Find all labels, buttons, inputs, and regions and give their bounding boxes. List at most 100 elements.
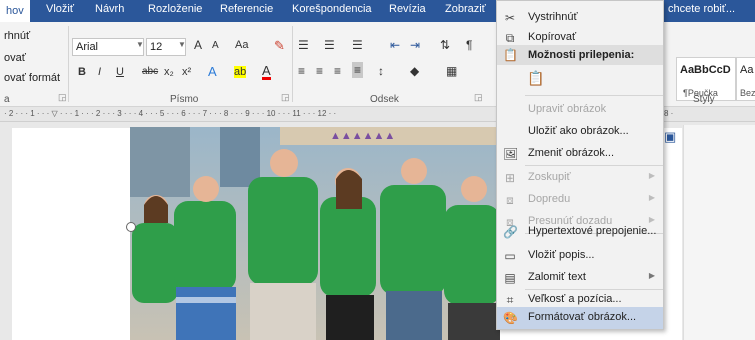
text-effects-button[interactable]: A bbox=[208, 64, 217, 79]
group-icon: ⊞ bbox=[504, 171, 516, 185]
bold-button[interactable]: B bbox=[78, 66, 86, 78]
change-case-button[interactable]: Aa bbox=[235, 39, 248, 51]
tab-mailings[interactable]: Korešpondencia bbox=[292, 3, 372, 15]
paragraph-launcher-icon[interactable]: ◲ bbox=[474, 92, 483, 103]
menu-separator bbox=[525, 95, 663, 96]
context-menu: ✂ Vystrihnúť ⧉ Kopírovať 📋 Možnosti pril… bbox=[496, 0, 664, 330]
increase-indent-icon[interactable]: ⇥ bbox=[410, 38, 420, 52]
style-gallery-item[interactable]: Aa Bez bbox=[736, 57, 755, 101]
group-separator bbox=[68, 26, 69, 102]
menu-item-format-image[interactable]: 🎨 Formátovať obrázok... bbox=[497, 307, 663, 329]
clipboard-icon: 📋 bbox=[503, 48, 518, 62]
align-right-icon[interactable]: ≡ bbox=[334, 64, 341, 78]
copy-button[interactable]: ovať bbox=[4, 52, 26, 64]
format-picture-icon: 🎨 bbox=[503, 311, 518, 325]
shading-icon[interactable]: ◆ bbox=[410, 64, 419, 78]
tab-references[interactable]: Referencie bbox=[220, 3, 273, 15]
size-position-icon: ⌗ bbox=[506, 293, 514, 307]
paste-picture-icon: 📋 bbox=[527, 70, 545, 86]
align-center-icon[interactable]: ≡ bbox=[316, 64, 323, 78]
font-launcher-icon[interactable]: ◲ bbox=[281, 92, 290, 103]
menu-item-label: Dopredu bbox=[528, 193, 571, 205]
chevron-down-icon[interactable]: ▼ bbox=[136, 40, 144, 49]
menu-item-label: Kopírovať bbox=[528, 31, 577, 43]
ruler-ticks: · 2 · · · 1 · · · ▽ · · · 1 · · · 2 · · … bbox=[4, 109, 337, 118]
menu-item-save-as-image[interactable]: Uložiť ako obrázok... bbox=[497, 121, 663, 143]
submenu-arrow-icon: ▶ bbox=[648, 171, 655, 180]
clipboard-launcher-icon[interactable]: ◲ bbox=[58, 92, 67, 103]
ruler-end: 8 · bbox=[664, 109, 674, 118]
paragraph-group-label: Odsek bbox=[370, 94, 399, 105]
caption-icon: ▭ bbox=[504, 249, 516, 263]
numbering-icon[interactable]: ☰ bbox=[324, 38, 335, 52]
grow-font-button[interactable]: A bbox=[194, 38, 202, 52]
selected-image[interactable]: ▲▲▲▲▲▲ bbox=[130, 127, 500, 340]
tab-view[interactable]: Zobraziť bbox=[445, 3, 486, 15]
decrease-indent-icon[interactable]: ⇤ bbox=[390, 38, 400, 52]
menu-item-wrap-text[interactable]: ▤ Zalomiť text ▶ bbox=[497, 267, 663, 289]
photo-illustration: ▲▲▲▲▲▲ bbox=[130, 127, 500, 340]
tab-review[interactable]: Revízia bbox=[389, 3, 426, 15]
italic-button[interactable]: I bbox=[98, 66, 101, 78]
menu-item-hyperlink[interactable]: 🔗 Hypertextové prepojenie... bbox=[497, 221, 663, 243]
shrink-font-button[interactable]: A bbox=[212, 40, 219, 51]
tell-me-box[interactable]: chcete robiť... bbox=[668, 3, 735, 15]
paste-option-picture[interactable]: 📋 bbox=[497, 67, 663, 93]
resize-handle[interactable] bbox=[126, 222, 136, 232]
menu-item-label: Upraviť obrázok bbox=[528, 103, 607, 115]
menu-item-cut[interactable]: ✂ Vystrihnúť bbox=[497, 7, 663, 29]
subscript-button[interactable]: x₂ bbox=[164, 66, 174, 78]
menu-item-label: Zoskupiť bbox=[528, 171, 571, 183]
tab-home[interactable]: hov bbox=[0, 0, 30, 22]
copy-icon: ⧉ bbox=[505, 31, 515, 45]
style-name: Bez bbox=[740, 88, 755, 98]
bring-forward-icon: ⧈ bbox=[506, 193, 514, 207]
svg-text:▲▲▲▲▲▲: ▲▲▲▲▲▲ bbox=[330, 130, 395, 142]
styles-group-label: Štýly bbox=[693, 94, 715, 105]
menu-item-change-image[interactable]: 🖼 Zmeniť obrázok... bbox=[497, 143, 663, 165]
paste-options-header: 📋 Možnosti prilepenia: bbox=[497, 45, 663, 65]
layout-options-icon[interactable]: ▣ bbox=[664, 129, 676, 145]
multilevel-list-icon[interactable]: ☰ bbox=[352, 38, 363, 52]
menu-item-insert-caption[interactable]: ▭ Vložiť popis... bbox=[497, 245, 663, 267]
wrap-text-icon: ▤ bbox=[504, 271, 516, 285]
menu-item-edit-image: Upraviť obrázok bbox=[497, 99, 663, 121]
menu-item-label: Vystrihnúť bbox=[528, 11, 578, 23]
hyperlink-icon: 🔗 bbox=[503, 225, 518, 239]
highlight-color-button[interactable]: ab bbox=[234, 66, 247, 78]
style-sample: AaBbCcD bbox=[680, 64, 731, 76]
bullets-icon[interactable]: ☰ bbox=[298, 38, 309, 52]
font-name-combo[interactable]: Arial bbox=[72, 38, 144, 56]
justify-icon[interactable]: ≡ bbox=[352, 62, 364, 78]
cut-button[interactable]: rhnúť bbox=[4, 30, 30, 42]
superscript-button[interactable]: x² bbox=[182, 66, 191, 78]
tab-layout[interactable]: Rozloženie bbox=[148, 3, 202, 15]
menu-separator bbox=[525, 165, 663, 166]
underline-button[interactable]: U bbox=[116, 66, 124, 78]
borders-icon[interactable]: ▦ bbox=[446, 64, 457, 78]
tab-design[interactable]: Návrh bbox=[95, 3, 124, 15]
clipboard-group-label: a bbox=[4, 94, 10, 105]
strikethrough-button[interactable]: abc bbox=[142, 66, 158, 77]
menu-item-label: Zmeniť obrázok... bbox=[528, 147, 615, 159]
line-spacing-icon[interactable]: ↕ bbox=[378, 64, 384, 78]
style-sample: Aa bbox=[740, 64, 754, 76]
submenu-arrow-icon: ▶ bbox=[648, 271, 655, 280]
tab-insert[interactable]: Vložiť bbox=[46, 3, 74, 15]
menu-item-bring-forward: ⧈ Dopredu ▶ bbox=[497, 189, 663, 211]
submenu-arrow-icon: ▶ bbox=[648, 193, 655, 202]
show-marks-icon[interactable]: ¶ bbox=[466, 38, 472, 52]
menu-item-label: Zalomiť text bbox=[528, 271, 586, 283]
scissors-icon: ✂ bbox=[504, 11, 516, 25]
paste-options-label: Možnosti prilepenia: bbox=[528, 49, 635, 61]
chevron-down-icon[interactable]: ▼ bbox=[178, 40, 186, 49]
align-left-icon[interactable]: ≡ bbox=[298, 64, 305, 78]
menu-item-group: ⊞ Zoskupiť ▶ bbox=[497, 167, 663, 189]
menu-item-label: Veľkosť a pozícia... bbox=[528, 293, 622, 305]
clear-format-icon[interactable]: ✎ bbox=[274, 38, 285, 54]
menu-item-label: Vložiť popis... bbox=[528, 249, 595, 261]
sort-icon[interactable]: ⇅ bbox=[440, 38, 450, 52]
font-color-button[interactable]: A bbox=[262, 64, 271, 80]
format-painter-button[interactable]: ovať formát bbox=[4, 72, 60, 84]
change-picture-icon: 🖼 bbox=[503, 147, 519, 161]
